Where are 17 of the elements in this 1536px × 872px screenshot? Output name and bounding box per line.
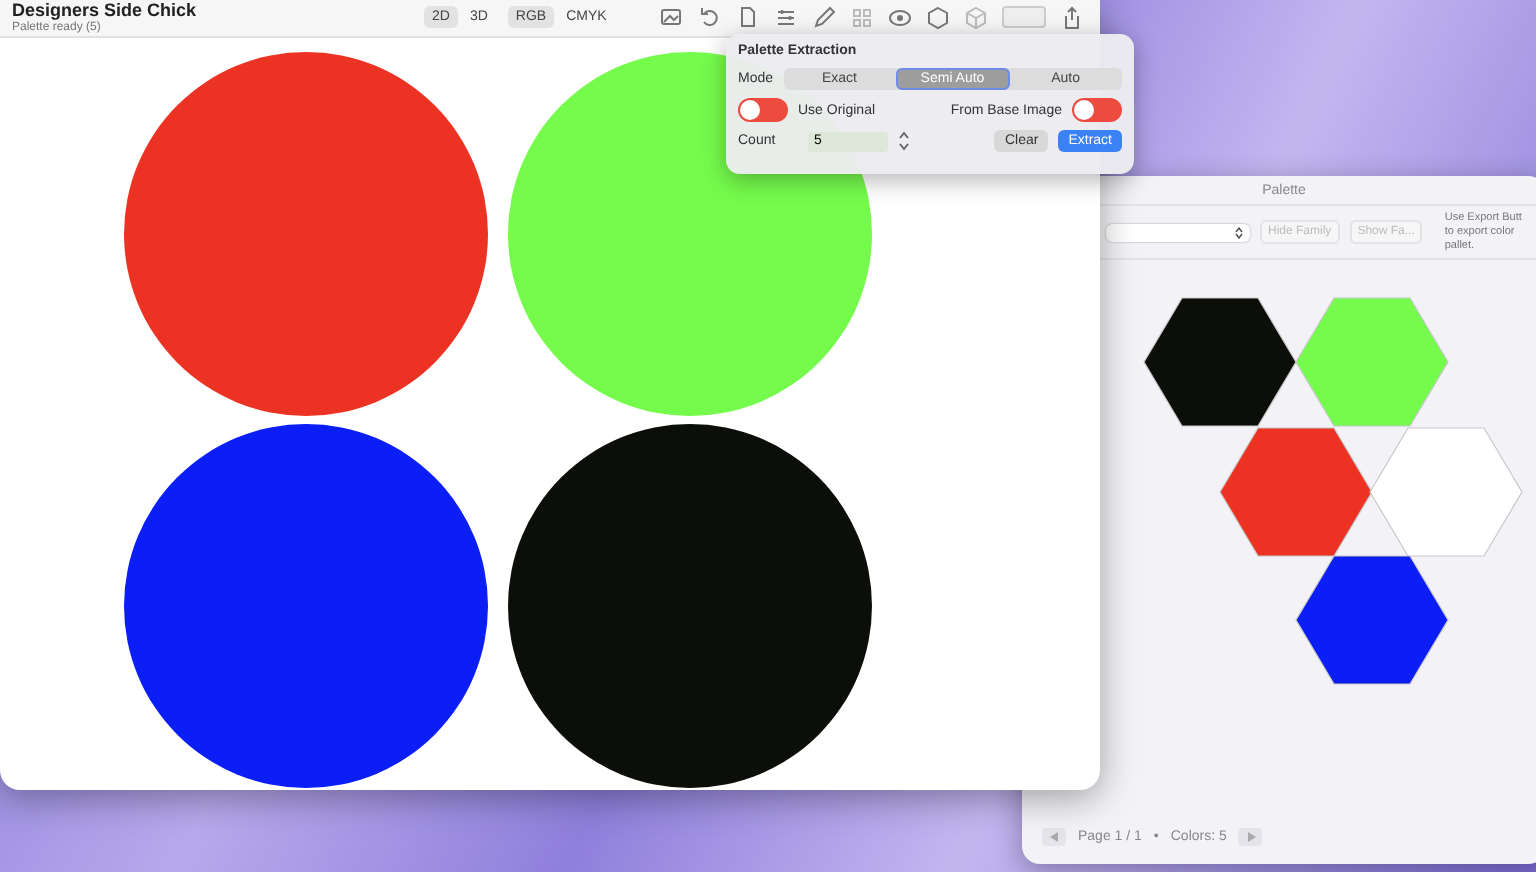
pencil-icon[interactable] (812, 5, 836, 29)
share-icon[interactable] (1060, 5, 1084, 29)
color-well[interactable] (1002, 6, 1046, 28)
undo-icon[interactable] (698, 5, 722, 29)
toggle-switch[interactable] (738, 98, 788, 122)
next-icon (1245, 831, 1256, 841)
chevron-updown-icon[interactable] (1234, 225, 1244, 239)
next-button[interactable] (1238, 827, 1263, 845)
previous-icon (1049, 831, 1059, 841)
eye-icon[interactable] (888, 5, 912, 29)
stepper-icon[interactable] (898, 130, 910, 152)
window-title: Designers Side Chick (12, 0, 199, 19)
document-icon[interactable] (736, 5, 760, 29)
sliders-icon[interactable] (774, 5, 798, 29)
toggle-switch[interactable] (1072, 98, 1122, 122)
hexagon-icon[interactable] (926, 5, 950, 29)
image-icon[interactable] (660, 5, 684, 29)
